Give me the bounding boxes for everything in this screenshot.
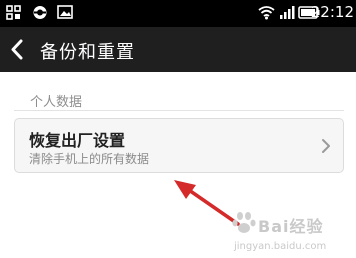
watermark-brand: Bai经验 [258,217,324,236]
watermark-url: jingyan.baidu.com [234,241,327,252]
settings-screen: 22:12 备份和重置 个人数据 恢复出厂设置 清除手机上的所有数据 Bai经验… [0,0,356,258]
